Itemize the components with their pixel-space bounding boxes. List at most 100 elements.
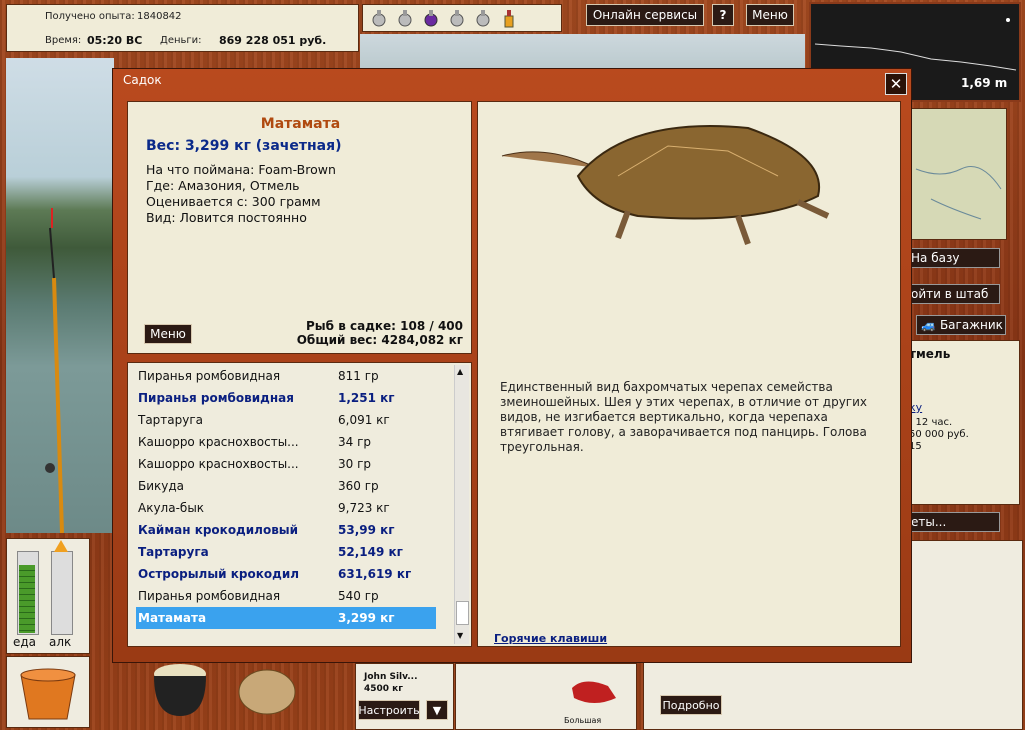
fish-list-name: Острорылый крокодил (138, 567, 300, 581)
potion-icon[interactable] (369, 8, 389, 28)
location-info-panel: тмель ку : 12 час. 50 000 руб. 15 (908, 340, 1020, 505)
fish-description: Единственный вид бахромчатых черепах сем… (500, 380, 868, 454)
car-icon: 🚙 (921, 318, 936, 332)
caught-on: На что поймана: Foam-Brown (146, 162, 336, 177)
lure-slot[interactable]: Большая (455, 663, 637, 730)
list-item[interactable]: Пиранья ромбовидная 811 гр (136, 365, 436, 387)
lure-icon (572, 681, 616, 703)
bucket-icon (20, 668, 76, 720)
list-item[interactable]: Кайман крокодиловый 53,99 кг (136, 519, 436, 541)
potion-icon[interactable] (473, 8, 493, 28)
potion-icon[interactable] (395, 8, 415, 28)
fishing-scene (6, 58, 114, 534)
fish-list-weight: 34 гр (338, 435, 372, 449)
time-value: 05:20 ВС (87, 34, 143, 47)
xp-label: Получено опыта: (45, 11, 135, 22)
fish-list-weight: 30 гр (338, 457, 372, 471)
net-icon[interactable] (232, 662, 302, 722)
pot-icon[interactable] (148, 660, 212, 720)
fish-kind: Вид: Ловится постоянно (146, 210, 307, 225)
to-base-button[interactable]: На базу (906, 248, 1000, 268)
fish-list-weight: 631,619 кг (338, 567, 412, 581)
fish-list-name: Тартаруга (138, 413, 204, 427)
lure-size: Большая (564, 716, 602, 725)
bait-name: John Silv... (364, 672, 418, 682)
fish-list-weight: 6,091 кг (338, 413, 390, 427)
fish-list-name: Кайман крокодиловый (138, 523, 299, 537)
warning-icon (54, 540, 68, 552)
fish-list-weight: 9,723 кг (338, 501, 390, 515)
player-stats: Получено опыта: 1840842 Время: 05:20 ВС … (6, 4, 359, 52)
valued-from: Оценивается с: 300 грамм (146, 194, 321, 209)
turtle-icon (501, 125, 830, 246)
fish-list: Пиранья ромбовидная 811 гр Пиранья ромбови… (127, 362, 472, 647)
list-item[interactable]: Бикуда 360 гр (136, 475, 436, 497)
bait-weight: 4500 кг (364, 684, 403, 694)
scroll-thumb[interactable] (456, 601, 469, 625)
fish-list-name: Бикуда (138, 479, 185, 493)
scroll-down-icon[interactable]: ▼ (457, 631, 463, 640)
dropdown-arrow-icon[interactable]: ▼ (426, 700, 448, 720)
fishing-rod-icon (45, 208, 64, 534)
fish-list-weight: 52,149 кг (338, 545, 403, 559)
keepnet-dialog: Садок ✕ Матамата Вес: 3,299 кг (зачетная… (112, 68, 912, 663)
xp-value: 1840842 (137, 11, 182, 22)
fish-list-weight: 3,299 кг (338, 611, 395, 625)
list-item[interactable]: Пиранья ромбовидная 1,251 кг (136, 387, 436, 409)
fish-count: Рыб в садке: 108 / 400 (306, 319, 463, 333)
fish-list-name: Кашорро краснохвосты... (138, 457, 299, 471)
fish-list-weight: 1,251 кг (338, 391, 395, 405)
list-scrollbar[interactable]: ▲ ▼ (454, 365, 469, 644)
configure-button[interactable]: Настроить (358, 700, 420, 720)
list-item[interactable]: Кашорро краснохвосты... 30 гр (136, 453, 436, 475)
fish-list-weight: 360 гр (338, 479, 379, 493)
bait-slot: John Silv... 4500 кг Настроить ▼ (355, 663, 454, 730)
fish-list-weight: 540 гр (338, 589, 379, 603)
potion-icon[interactable] (447, 8, 467, 28)
time-label: Время: (45, 35, 82, 46)
dialog-title: Садок (123, 73, 162, 87)
info-line-2: 50 000 руб. (909, 429, 969, 440)
status-gauges: еда алк (6, 538, 90, 654)
list-item[interactable]: Тартаруга 6,091 кг (136, 409, 436, 431)
tickets-button[interactable]: еты... (906, 512, 1000, 532)
potion-icon[interactable] (421, 8, 441, 28)
list-item[interactable]: Тартаруга 52,149 кг (136, 541, 436, 563)
fish-list-name: Пиранья ромбовидная (138, 391, 294, 405)
fish-list-weight: 53,99 кг (338, 523, 395, 537)
alcohol-label: алк (49, 635, 72, 649)
scroll-up-icon[interactable]: ▲ (457, 367, 463, 376)
list-item[interactable]: Акула-бык 9,723 кг (136, 497, 436, 519)
help-button[interactable]: ? (712, 4, 734, 26)
money-value: 869 228 051 руб. (219, 34, 327, 47)
total-weight: Общий вес: 4284,082 кг (296, 333, 463, 347)
list-item[interactable]: Матамата 3,299 кг (136, 607, 436, 629)
trunk-button[interactable]: 🚙 Багажник (916, 315, 1006, 335)
list-item[interactable]: Кашорро краснохвосты... 34 гр (136, 431, 436, 453)
fish-list-name: Пиранья ромбовидная (138, 369, 281, 383)
bucket-slot[interactable] (6, 656, 90, 728)
fish-list-name: Тартаруга (138, 545, 209, 559)
list-item[interactable]: Острорылый крокодил 631,619 кг (136, 563, 436, 585)
close-icon[interactable]: ✕ (885, 73, 907, 95)
fish-weight: Вес: 3,299 кг (зачетная) (146, 138, 342, 154)
money-label: Деньги: (160, 35, 202, 46)
hotkeys-link[interactable]: Горячие клавиши (494, 632, 607, 645)
depth-value: 1,69 m (961, 76, 1008, 90)
location-name: тмель (909, 347, 951, 361)
to-hq-button[interactable]: ойти в штаб (906, 284, 1000, 304)
trunk-label: Багажник (939, 318, 1003, 332)
potions-bar (362, 4, 562, 32)
details-button[interactable]: Подробно (660, 695, 722, 715)
main-menu-button[interactable]: Меню (746, 4, 794, 26)
info-line-1: : 12 час. (909, 417, 953, 428)
food-gauge (17, 551, 39, 635)
fish-list-name: Матамата (138, 611, 207, 625)
online-services-button[interactable]: Онлайн сервисы (586, 4, 704, 26)
list-item[interactable]: Пиранья ромбовидная 540 гр (136, 585, 436, 607)
location-map[interactable] (910, 108, 1007, 240)
fish-menu-button[interactable]: Меню (144, 324, 192, 344)
fish-list-name: Пиранья ромбовидная (138, 589, 281, 603)
bottle-icon[interactable] (499, 8, 519, 28)
fish-list-weight: 811 гр (338, 369, 379, 383)
